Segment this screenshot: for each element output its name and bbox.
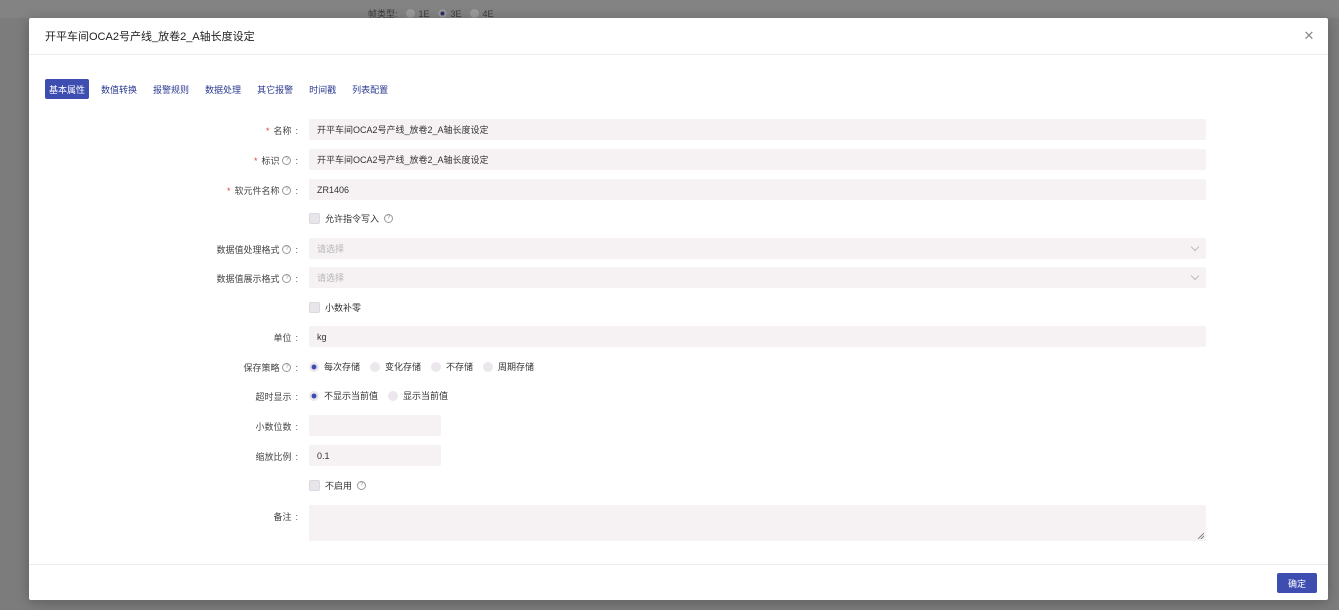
help-icon: ? — [282, 186, 292, 195]
background-radio-4e: 4E — [469, 9, 494, 19]
radio-show-current[interactable]: 显示当前值 — [388, 389, 448, 402]
radio-save-change[interactable]: 变化存储 — [370, 360, 421, 373]
dialog-body: 基本属性 数值转换 报警规则 数据处理 其它报警 时间戳 列表配置 * 名称: 开… — [29, 55, 1328, 563]
radio-save-periodic[interactable]: 周期存储 — [483, 360, 534, 373]
disable-option: 不启用 ? — [309, 479, 367, 492]
background-radio-3e: 3E — [437, 9, 462, 19]
disable-checkbox[interactable] — [309, 480, 320, 491]
background-radio-1e: 1E — [405, 9, 430, 19]
disable-label: 不启用 — [325, 481, 353, 491]
soft-element-field[interactable]: ZR1406 — [309, 179, 1206, 200]
radio-save-none[interactable]: 不存储 — [431, 360, 473, 373]
name-label: * 名称: — [265, 125, 298, 137]
confirm-button[interactable]: 确定 — [1277, 573, 1317, 593]
soft-element-label: * 软元件名称 ?: — [226, 185, 298, 197]
tab-other-alarms[interactable]: 其它报警 — [253, 79, 297, 99]
help-icon: ? — [282, 156, 292, 165]
dialog-header: 开平车间OCA2号产线_放卷2_A轴长度设定 ✕ — [29, 18, 1328, 55]
radio-save-every[interactable]: 每次存储 — [309, 360, 360, 373]
tab-basic-properties[interactable]: 基本属性 — [45, 79, 90, 99]
scale-field[interactable]: 0.1 — [309, 445, 441, 466]
tab-data-processing[interactable]: 数据处理 — [201, 79, 245, 99]
dialog-footer: 确定 — [29, 564, 1328, 600]
identifier-field[interactable]: 开平车间OCA2号产线_放卷2_A轴长度设定 — [309, 149, 1206, 170]
help-icon: ? — [384, 214, 394, 223]
save-strategy-radios: 每次存储 变化存储 不存储 周期存储 — [309, 360, 534, 373]
timeout-display-radios: 不显示当前值 显示当前值 — [309, 389, 448, 402]
help-icon: ? — [357, 481, 367, 490]
decimals-label: 小数位数: — [255, 421, 298, 433]
background-page — [0, 0, 1339, 18]
radio-hide-current[interactable]: 不显示当前值 — [309, 389, 378, 402]
unit-label: 单位: — [273, 332, 298, 344]
tab-list-config[interactable]: 列表配置 — [348, 79, 392, 99]
save-strategy-label: 保存策略 ?: — [243, 362, 298, 374]
tab-bar: 基本属性 数值转换 报警规则 数据处理 其它报警 时间戳 列表配置 — [45, 79, 400, 99]
name-field[interactable]: 开平车间OCA2号产线_放卷2_A轴长度设定 — [309, 119, 1206, 140]
resize-handle-icon[interactable] — [1198, 533, 1204, 539]
close-icon[interactable]: ✕ — [1302, 29, 1316, 43]
tab-alarm-rules[interactable]: 报警规则 — [149, 79, 193, 99]
timeout-display-label: 超时显示: — [255, 391, 298, 403]
zero-pad-label: 小数补零 — [325, 303, 362, 313]
settings-dialog: 开平车间OCA2号产线_放卷2_A轴长度设定 ✕ 基本属性 数值转换 报警规则 … — [29, 18, 1328, 600]
unit-field[interactable]: kg — [309, 326, 1206, 347]
help-icon: ? — [282, 245, 292, 254]
chevron-down-icon — [1190, 242, 1200, 252]
tab-timestamp[interactable]: 时间戳 — [305, 79, 340, 99]
allow-write-checkbox[interactable] — [309, 213, 320, 224]
process-format-label: 数据值处理格式 ?: — [216, 244, 298, 256]
identifier-label: * 标识 ?: — [253, 155, 298, 167]
zero-pad-checkbox[interactable] — [309, 302, 320, 313]
allow-write-option: 允许指令写入 ? — [309, 212, 394, 225]
zero-pad-option: 小数补零 — [309, 301, 361, 314]
dialog-title: 开平车间OCA2号产线_放卷2_A轴长度设定 — [45, 31, 255, 43]
help-icon: ? — [282, 363, 292, 372]
chevron-down-icon — [1190, 271, 1200, 281]
remark-label: 备注: — [273, 511, 298, 523]
process-format-select[interactable]: 请选择 — [309, 238, 1206, 259]
scale-label: 缩放比例: — [255, 451, 298, 463]
display-format-label: 数据值展示格式 ?: — [216, 273, 298, 285]
tab-value-conversion[interactable]: 数值转换 — [97, 79, 141, 99]
decimals-field[interactable] — [309, 415, 441, 436]
allow-write-label: 允许指令写入 — [325, 214, 380, 224]
remark-textarea[interactable] — [309, 505, 1206, 541]
help-icon: ? — [282, 274, 292, 283]
display-format-select[interactable]: 请选择 — [309, 267, 1206, 288]
